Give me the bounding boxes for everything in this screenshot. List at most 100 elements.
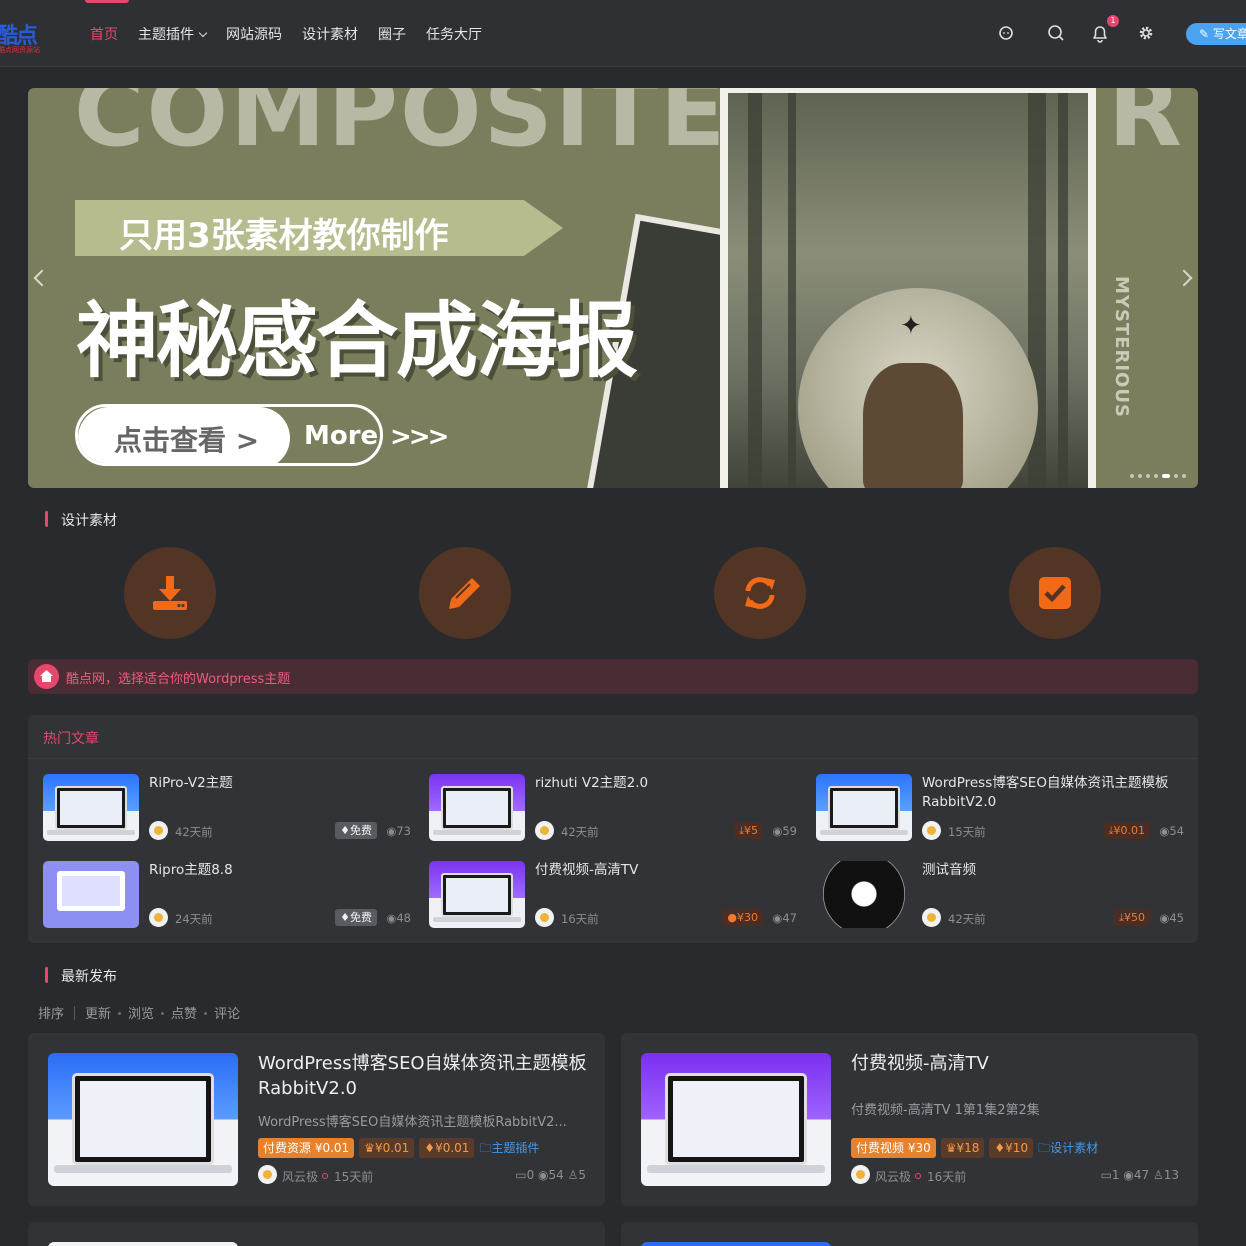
post-title[interactable]: Ripro主题8.8 <box>149 861 413 880</box>
avatar <box>535 908 554 927</box>
category-check[interactable] <box>1009 547 1101 639</box>
nav-item-themes-label: 主题插件 <box>138 27 194 43</box>
carousel-dot[interactable] <box>1138 474 1142 478</box>
hot-post-item[interactable]: RiPro-V2主题 42天前 ♦免费 ◉73 <box>43 774 413 844</box>
post-title[interactable]: RiPro-V2主题 <box>149 774 413 793</box>
sort-option-updated[interactable]: 更新 <box>85 1007 111 1022</box>
carousel-pagination[interactable] <box>1130 474 1186 478</box>
hero-carousel[interactable]: COMPOSITE R 只用3张素材教你制作 神秘感合成海报 点击查看 > Mo… <box>28 88 1198 488</box>
carousel-dot[interactable] <box>1154 474 1158 478</box>
nav-item-home[interactable]: 首页 <box>90 24 118 44</box>
author-name[interactable]: 风云极 <box>282 1168 318 1185</box>
view-count: ◉59 <box>772 824 797 838</box>
category-link[interactable]: 🗀主题插件 <box>479 1138 544 1158</box>
hot-post-item[interactable]: 测试音频 42天前 ⤓¥50 ◉45 <box>816 861 1186 931</box>
search-icon[interactable] <box>1045 22 1067 44</box>
notice-bar[interactable]: 酷点网，选择适合你的Wordpress主题 <box>28 659 1198 694</box>
post-title[interactable]: 测试音频 <box>922 861 1186 880</box>
post-thumbnail[interactable] <box>429 861 525 928</box>
sort-option-comments[interactable]: 评论 <box>214 1007 240 1022</box>
pencil-icon: ✎ <box>1199 27 1213 41</box>
carousel-dot-active[interactable] <box>1162 474 1170 478</box>
sort-option-likes[interactable]: 点赞 <box>171 1007 197 1022</box>
write-article-button[interactable]: ✎ 写文章 <box>1186 23 1246 45</box>
post-card-title[interactable]: 付费视频-高清TV <box>851 1051 1181 1076</box>
avatar <box>922 821 941 840</box>
folder-icon: 🗀 <box>1038 1141 1051 1155</box>
category-edit[interactable] <box>419 547 511 639</box>
post-time: 42天前 <box>561 825 599 839</box>
post-card[interactable]: WordPress博客SEO自媒体资讯主题模板RabbitV2.0 WordPr… <box>28 1033 605 1206</box>
post-time: 15天前 <box>948 825 986 839</box>
carousel-next-icon[interactable] <box>1175 269 1193 287</box>
vip-price-tag: ♦¥0.01 <box>419 1138 475 1158</box>
avatar[interactable] <box>258 1165 277 1184</box>
avatar <box>535 821 554 840</box>
post-thumbnail[interactable] <box>429 774 525 841</box>
price-badge: ♦免费 <box>335 822 377 839</box>
post-card-thumbnail[interactable] <box>48 1053 238 1186</box>
banner-side-word: MYSTERIOUS <box>1111 276 1132 418</box>
post-thumbnail[interactable] <box>43 774 139 841</box>
nav-item-design[interactable]: 设计素材 <box>302 24 358 44</box>
carousel-dot[interactable] <box>1182 474 1186 478</box>
banner-bg-word: COMPOSITE <box>74 88 728 168</box>
post-card-title[interactable]: WordPress博客SEO自媒体资讯主题模板RabbitV2.0 <box>258 1051 588 1101</box>
site-logo[interactable]: 酷点 酷点网资源站 <box>0 14 44 54</box>
author-name[interactable]: 风云极 <box>875 1168 911 1185</box>
post-card-thumbnail[interactable] <box>641 1053 831 1186</box>
vip-price-tag: ♦¥10 <box>989 1138 1034 1158</box>
carousel-dot[interactable] <box>1146 474 1150 478</box>
carousel-prev-icon[interactable] <box>33 269 51 287</box>
sort-label: 排序 <box>38 1007 65 1022</box>
category-link[interactable]: 🗀设计素材 <box>1038 1138 1103 1158</box>
vip-price-tag: ♛¥0.01 <box>359 1138 415 1158</box>
section-title-latest: 最新发布 <box>45 966 117 986</box>
banner-cta-button[interactable]: 点击查看 > More <box>75 404 383 466</box>
category-download[interactable] <box>124 547 216 639</box>
hot-post-item[interactable]: Ripro主题8.8 24天前 ♦免费 ◉48 <box>43 861 413 931</box>
carousel-dot[interactable] <box>1174 474 1178 478</box>
chat-icon[interactable] <box>995 22 1017 44</box>
nav-item-tasks[interactable]: 任务大厅 <box>426 24 482 44</box>
bell-icon[interactable] <box>1089 22 1111 44</box>
home-icon <box>34 664 59 689</box>
nav-item-circle[interactable]: 圈子 <box>378 24 406 44</box>
post-title[interactable]: WordPress博客SEO自媒体资讯主题模板RabbitV2.0 <box>922 774 1186 812</box>
view-count: ◉73 <box>386 824 411 838</box>
carousel-dot[interactable] <box>1130 474 1134 478</box>
folder-icon: 🗀 <box>479 1141 492 1155</box>
price-badge: ●¥30 <box>722 909 763 926</box>
price-tag: 付费资源 ¥0.01 <box>258 1138 355 1158</box>
post-title[interactable]: 付费视频-高清TV <box>535 861 799 880</box>
banner-ribbon: 只用3张素材教你制作 <box>75 200 563 256</box>
post-card[interactable] <box>621 1222 1198 1246</box>
post-stats: ▭0 ◉54 ♙5 <box>515 1168 586 1182</box>
view-count: ◉54 <box>1159 824 1184 838</box>
post-thumbnail[interactable] <box>816 774 912 841</box>
post-card[interactable]: 付费视频-高清TV 付费视频-高清TV 1第1集2第2集 付费视频 ¥30 ♛¥… <box>621 1033 1198 1206</box>
post-card[interactable] <box>28 1222 605 1246</box>
view-count: ◉48 <box>386 911 411 925</box>
price-badge: ⤓¥5 <box>734 822 763 839</box>
sort-option-views[interactable]: 浏览 <box>128 1007 154 1022</box>
category-refresh[interactable] <box>714 547 806 639</box>
post-thumbnail[interactable] <box>816 861 912 928</box>
post-title[interactable]: rizhuti V2主题2.0 <box>535 774 799 793</box>
nav-item-themes[interactable]: 主题插件 <box>138 24 208 44</box>
download-icon <box>153 576 187 610</box>
post-thumbnail[interactable] <box>43 861 139 928</box>
refresh-icon <box>745 577 775 609</box>
hot-post-item[interactable]: WordPress博客SEO自媒体资讯主题模板RabbitV2.0 15天前 ⤓… <box>816 774 1186 844</box>
post-time: 24天前 <box>175 912 213 926</box>
hot-post-item[interactable]: 付费视频-高清TV 16天前 ●¥30 ◉47 <box>429 861 799 931</box>
post-time: 42天前 <box>175 825 213 839</box>
write-article-label: 写文章 <box>1212 27 1246 41</box>
banner-poster-image: ✦ <box>720 88 1096 488</box>
settings-icon[interactable] <box>1135 22 1157 44</box>
hot-post-item[interactable]: rizhuti V2主题2.0 42天前 ⤓¥5 ◉59 <box>429 774 799 844</box>
avatar[interactable] <box>851 1165 870 1184</box>
nav-item-source[interactable]: 网站源码 <box>226 24 282 44</box>
banner-arrows: >>> <box>390 422 449 452</box>
nav-active-indicator <box>85 0 129 3</box>
